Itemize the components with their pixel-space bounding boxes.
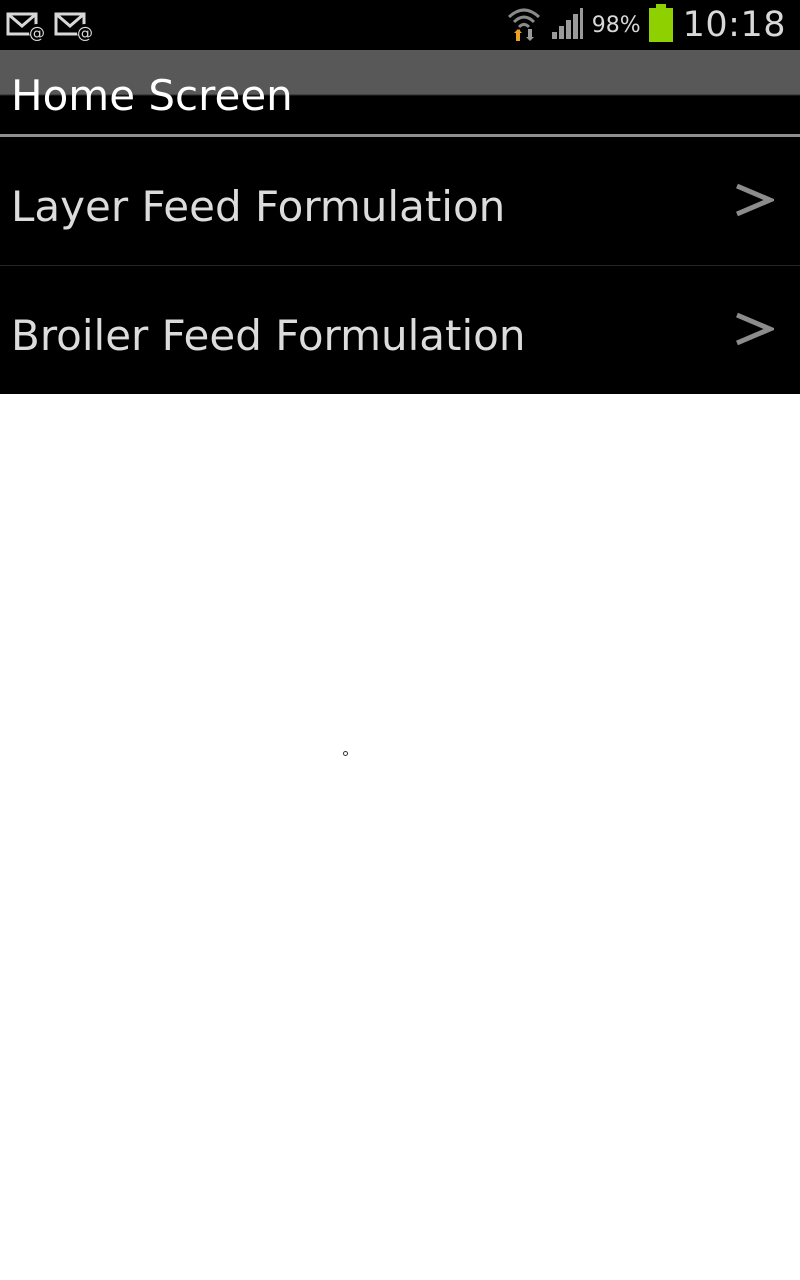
email-notification-icon[interactable]: @: [54, 10, 94, 46]
menu-item-broiler-feed-formulation[interactable]: Broiler Feed Formulation: [0, 265, 800, 394]
page-title: Home Screen: [11, 71, 293, 120]
menu-item-label: Broiler Feed Formulation: [11, 311, 526, 360]
chevron-right-icon: [734, 183, 777, 221]
menu-item-label: Layer Feed Formulation: [11, 182, 506, 231]
wifi-icon: [506, 3, 542, 47]
clock: 10:18: [682, 5, 786, 45]
touch-indicator: [343, 751, 348, 756]
battery-icon: [648, 4, 673, 46]
system-icons: 98% 10:18: [506, 0, 786, 50]
menu-list: Layer Feed Formulation Broiler Feed Form…: [0, 137, 800, 394]
status-bar: @ @ 98% 10:18: [0, 0, 800, 50]
menu-item-layer-feed-formulation[interactable]: Layer Feed Formulation: [0, 137, 800, 265]
svg-text:@: @: [77, 23, 93, 42]
svg-text:@: @: [29, 23, 45, 42]
email-notification-icon[interactable]: @: [6, 10, 46, 46]
battery-percentage: 98%: [591, 12, 641, 38]
cell-signal-icon: [550, 6, 584, 44]
chevron-right-icon: [734, 312, 777, 350]
notification-area: @ @: [6, 10, 94, 46]
